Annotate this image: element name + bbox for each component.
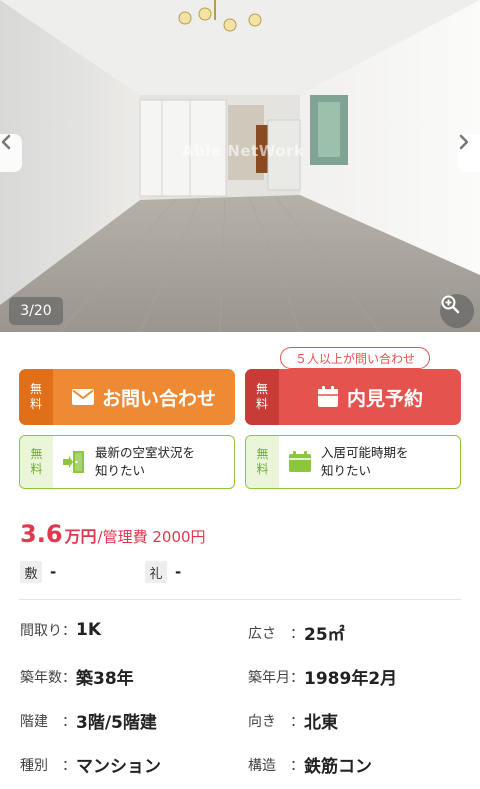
move-in-line1: 入居可能時期を	[321, 445, 409, 460]
rent-unit: 万円	[64, 527, 97, 546]
spec-type: 種別 ： マンション	[20, 752, 161, 777]
zoom-button[interactable]	[440, 294, 474, 328]
spec-key: 築年数：	[20, 669, 76, 686]
spec-value: マンション	[76, 757, 161, 777]
spec-value: 鉄筋コン	[304, 757, 372, 777]
calendar-icon	[317, 386, 338, 407]
move-in-date-button[interactable]: 無 料 入居可能時期を 知りたい	[245, 435, 461, 489]
deposit-value: -	[50, 563, 57, 581]
spec-value: 築38年	[76, 669, 134, 689]
free-tag-char: 料	[29, 397, 42, 411]
popularity-badge: ５人以上が問い合わせ	[280, 347, 430, 369]
prev-photo-button[interactable]	[0, 134, 22, 172]
free-tag-char: 無	[29, 382, 42, 396]
spec-built-date: 築年月： 1989年2月	[248, 664, 397, 689]
mail-icon	[71, 389, 94, 405]
rent-amount: 3.6	[20, 520, 63, 548]
free-tag-char: 料	[256, 462, 269, 476]
free-tag: 無 料	[246, 436, 279, 488]
spec-key: 種別 ：	[20, 757, 76, 774]
spec-value: 25㎡	[304, 625, 345, 645]
vacancy-line2: 知りたい	[95, 463, 146, 478]
visit-reservation-button[interactable]: 無 料 内見予約	[245, 369, 461, 425]
property-photo[interactable]: Able NetWork 3/20	[0, 0, 480, 332]
spec-value: 1989年2月	[304, 669, 398, 689]
vacancy-line1: 最新の空室状況を	[95, 445, 196, 460]
spec-area: 広さ ： 25㎡	[248, 620, 345, 645]
deposit: 敷 -	[20, 561, 56, 583]
vacancy-status-button[interactable]: 無 料 最新の空室状況を 知りたい	[19, 435, 235, 489]
free-tag: 無 料	[19, 369, 53, 425]
inquiry-label: お問い合わせ	[101, 387, 216, 410]
next-photo-button[interactable]	[458, 134, 480, 172]
spec-orientation: 向き ： 北東	[248, 708, 338, 733]
management-fee: 管理費 2000円	[102, 528, 206, 546]
deposit-label: 敷	[20, 561, 42, 583]
spec-key: 広さ ：	[248, 625, 304, 642]
spec-floors: 階建 ： 3階/5階建	[20, 708, 157, 733]
zoom-in-icon	[441, 295, 460, 314]
free-tag-char: 無	[30, 447, 43, 461]
spec-key: 間取り：	[20, 623, 76, 639]
chevron-right-icon	[459, 134, 469, 150]
key-money-value: -	[175, 563, 182, 581]
spec-value: 3階/5階建	[76, 713, 157, 733]
door-icon	[63, 451, 84, 473]
free-tag-char: 料	[30, 462, 43, 476]
key-money-label: 礼	[145, 561, 167, 583]
calendar-icon	[289, 451, 311, 472]
spec-value: 1K	[76, 620, 102, 640]
key-money: 礼 -	[145, 561, 181, 583]
visit-label: 内見予約	[346, 387, 423, 410]
free-tag: 無 料	[20, 436, 53, 488]
spec-key: 階建 ：	[20, 713, 76, 730]
divider	[19, 599, 461, 600]
free-tag-char: 無	[255, 382, 268, 396]
rent-price: 3.6 万円 / 管理費 2000円	[20, 520, 206, 548]
chevron-left-icon	[1, 134, 11, 150]
photo-counter: 3/20	[9, 297, 63, 325]
free-tag-char: 無	[256, 447, 269, 461]
spec-key: 築年月：	[248, 669, 304, 686]
room-photo-illustration	[0, 0, 480, 332]
spec-key: 向き ：	[248, 713, 304, 730]
spec-layout: 間取り： 1K	[20, 620, 101, 640]
free-tag: 無 料	[245, 369, 279, 425]
watermark: Able NetWork	[182, 142, 305, 160]
free-tag-char: 料	[255, 397, 268, 411]
spec-structure: 構造 ： 鉄筋コン	[248, 752, 372, 777]
move-in-line2: 知りたい	[321, 463, 372, 478]
spec-value: 北東	[304, 713, 338, 733]
inquiry-button[interactable]: 無 料 お問い合わせ	[19, 369, 235, 425]
spec-building-age: 築年数： 築38年	[20, 664, 134, 689]
spec-key: 構造 ：	[248, 757, 304, 774]
